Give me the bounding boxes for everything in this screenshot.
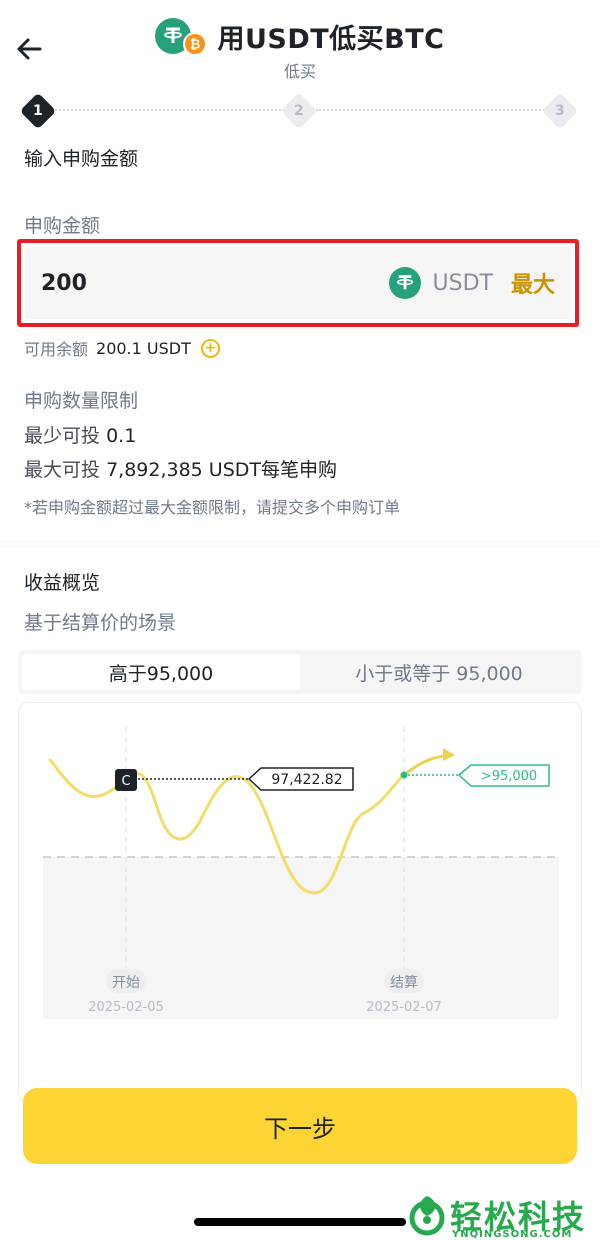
amount-label: 申购金额	[24, 215, 101, 237]
watermark: 轻松科技 YNQINGSONG.COM	[400, 1190, 590, 1240]
btc-coin-icon: ₿	[183, 32, 208, 56]
svg-text:₿: ₿	[190, 38, 201, 52]
usdt-icon	[388, 267, 421, 299]
start-label: 开始	[112, 975, 140, 991]
lower-zone	[43, 857, 559, 1019]
max-button[interactable]: 最大	[511, 267, 555, 299]
settle-point	[400, 771, 408, 779]
amount-input-box: USDT 最大	[17, 239, 579, 327]
chart-svg: C 97,422.82 >95,000 开始 2025-02-05 结算 202…	[43, 727, 559, 1019]
stepper: 1 2 3	[19, 92, 584, 130]
current-price-label: 97,422.82	[271, 772, 342, 788]
amount-input-container: USDT 最大	[25, 247, 571, 319]
title-row: ₿ 用USDT低买BTC	[0, 16, 600, 56]
target-label: >95,000	[481, 769, 537, 784]
tab-below-or-equal[interactable]: 小于或等于 95,000	[300, 654, 578, 690]
balance-row: 可用余额 200.1 USDT +	[24, 336, 220, 360]
balance-label: 可用余额	[24, 340, 89, 359]
limits-title: 申购数量限制	[24, 390, 139, 412]
step-1: 1	[19, 92, 57, 130]
projection-arrow	[402, 753, 451, 777]
min-limit-label: 最少可投	[24, 425, 101, 447]
tab-above[interactable]: 高于95,000	[22, 654, 300, 690]
next-step-button[interactable]: 下一步	[23, 1088, 577, 1164]
home-indicator[interactable]	[194, 1218, 406, 1226]
step-title: 输入申购金额	[24, 148, 139, 170]
step-3: 3	[541, 92, 579, 130]
page-title: 用USDT低买BTC	[217, 23, 445, 55]
section-divider	[0, 540, 600, 548]
earnings-subtitle: 基于结算价的场景	[24, 612, 177, 634]
max-limit-label: 最大可投	[24, 459, 101, 481]
max-limit-value: 7,892,385 USDT每笔申购	[106, 459, 338, 481]
arrow-head	[443, 748, 455, 761]
start-date: 2025-02-05	[88, 1000, 164, 1015]
settle-date: 2025-02-07	[366, 1000, 442, 1015]
page-subtitle: 低买	[283, 62, 316, 81]
leaf-logo-icon	[409, 1196, 445, 1236]
amount-input[interactable]	[41, 270, 389, 296]
step-2: 2	[280, 92, 318, 130]
current-marker-label: C	[121, 774, 130, 789]
step-connector	[316, 109, 548, 111]
step-connector	[52, 109, 284, 111]
limit-note: *若申购金额超过最大金额限制，请提交多个申购订单	[24, 498, 401, 517]
max-limit: 最大可投 7,892,385 USDT每笔申购	[24, 455, 337, 482]
earnings-title: 收益概览	[24, 572, 101, 594]
amount-unit: USDT	[432, 270, 493, 296]
add-funds-icon[interactable]: +	[200, 338, 220, 358]
settle-label: 结算	[390, 975, 418, 991]
header: ₿ 用USDT低买BTC 低买	[0, 0, 600, 90]
scenario-chart: C 97,422.82 >95,000 开始 2025-02-05 结算 202…	[18, 702, 582, 1102]
coin-pair-icon: ₿	[155, 16, 208, 56]
min-limit-value: 0.1	[106, 425, 137, 447]
balance-value: 200.1 USDT	[96, 338, 191, 358]
watermark-sub: YNQINGSONG.COM	[452, 1229, 573, 1240]
scenario-tabs: 高于95,000 小于或等于 95,000	[18, 650, 582, 694]
min-limit: 最少可投 0.1	[24, 421, 136, 448]
